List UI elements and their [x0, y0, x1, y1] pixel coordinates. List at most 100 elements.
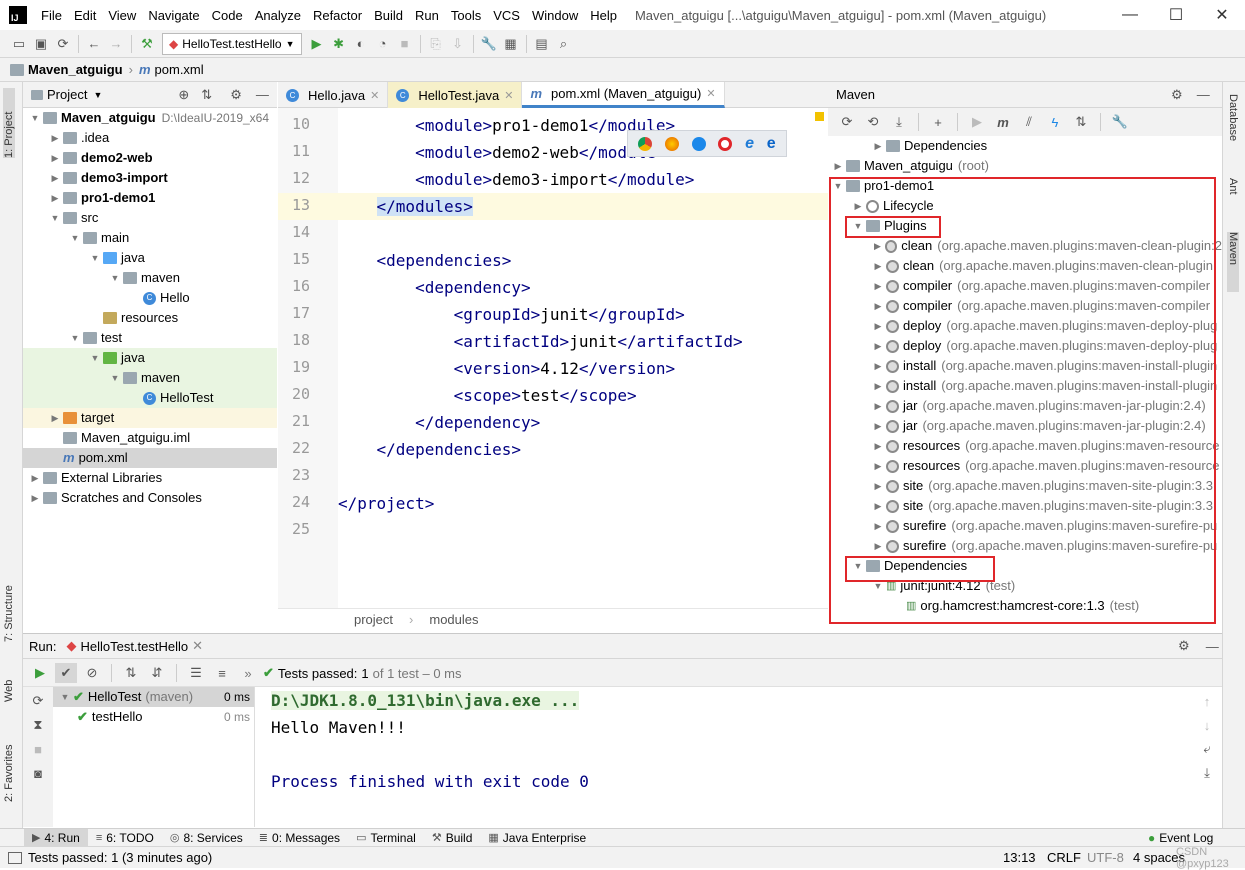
bottom-tab[interactable]: ▭ Terminal — [348, 829, 424, 847]
tool-tab-structure[interactable]: 7: Structure — [3, 572, 15, 642]
chevron-down-icon[interactable]: ▼ — [107, 268, 123, 288]
menu-code[interactable]: Code — [212, 8, 243, 23]
project-tree-item[interactable]: ▼ test — [23, 328, 277, 348]
close-icon[interactable]: ✕ — [192, 638, 203, 654]
file-encoding[interactable]: UTF-8 — [1087, 850, 1124, 865]
chevron-down-icon[interactable]: ▼ — [93, 90, 102, 100]
chevron-right-icon[interactable]: ▶ — [870, 136, 886, 156]
toggle-offline-icon[interactable]: ⫽ — [1018, 112, 1040, 132]
run-icon[interactable]: ▶ — [306, 34, 328, 54]
nav-file[interactable]: pom.xml — [155, 62, 204, 77]
hide-icon[interactable]: — — [256, 87, 269, 102]
locate-icon[interactable]: ⊕ — [178, 87, 189, 103]
close-icon[interactable]: ✕ — [370, 89, 379, 102]
maven-tree-item[interactable]: ▶ Dependencies — [828, 136, 1222, 156]
project-structure-icon[interactable]: ▦ — [500, 34, 522, 54]
project-tree-item[interactable]: ▼ maven — [23, 368, 277, 388]
editor-tab[interactable]: m pom.xml (Maven_atguigu) ✕ — [522, 82, 725, 108]
run-config-select[interactable]: ◆ HelloTest.testHello ▼ — [162, 32, 302, 55]
tool-tab-maven[interactable]: Maven — [1227, 232, 1239, 292]
search-icon[interactable]: ⌕ — [553, 34, 575, 54]
debug-icon[interactable]: ✱ — [328, 34, 350, 54]
bottom-tab[interactable]: ▦ Java Enterprise — [480, 829, 594, 847]
chevron-right-icon[interactable]: ▶ — [47, 148, 63, 168]
chevron-down-icon[interactable]: ▼ — [57, 687, 73, 707]
bottom-tab[interactable]: ◎ 8: Services — [162, 829, 251, 847]
project-tree-item[interactable]: C HelloTest — [23, 388, 277, 408]
execute-goal-icon[interactable]: m — [992, 112, 1014, 132]
download-icon[interactable]: ⤓ — [888, 112, 910, 132]
reload-icon[interactable]: ⟳ — [836, 112, 858, 132]
project-tree-item[interactable]: ▶ demo3-import — [23, 168, 277, 188]
sort-duration-icon[interactable]: ⇵ — [146, 663, 168, 683]
sync-icon[interactable]: ⟳ — [52, 34, 74, 54]
menu-view[interactable]: View — [108, 8, 136, 23]
opera-icon[interactable] — [718, 136, 733, 151]
chevron-down-icon[interactable]: ▼ — [67, 228, 83, 248]
breadcrumb-item[interactable]: modules — [429, 612, 478, 627]
hide-icon[interactable]: — — [1197, 87, 1210, 102]
menu-tools[interactable]: Tools — [451, 8, 481, 23]
project-tree-item[interactable]: ▼ java — [23, 348, 277, 368]
gear-icon[interactable]: ⚙ — [230, 87, 242, 103]
chevron-right-icon[interactable]: ▶ — [830, 156, 846, 176]
console-output[interactable]: D:\JDK1.8.0_131\bin\java.exe ... Hello Ma… — [256, 687, 1192, 827]
project-tree-item[interactable]: ▼ src — [23, 208, 277, 228]
project-view-select[interactable]: Project — [47, 87, 87, 102]
skip-tests-icon[interactable]: ϟ — [1044, 112, 1066, 132]
bottom-tab[interactable]: ≡ 6: TODO — [88, 829, 162, 847]
inspection-indicator-icon[interactable] — [815, 112, 824, 121]
menu-analyze[interactable]: Analyze — [255, 8, 301, 23]
chevron-right-icon[interactable]: ▶ — [47, 188, 63, 208]
project-tree-item[interactable]: ▶ demo2-web — [23, 148, 277, 168]
tool-tab-ant[interactable]: Ant — [1227, 178, 1239, 218]
chevron-right-icon[interactable]: ▶ — [27, 468, 43, 488]
stop-icon[interactable]: ■ — [394, 34, 416, 54]
tool-tab-web[interactable]: Web — [3, 672, 15, 702]
bottom-tab[interactable]: ≣ 0: Messages — [251, 829, 348, 847]
project-tree-item[interactable]: ▶ .idea — [23, 128, 277, 148]
menu-navigate[interactable]: Navigate — [148, 8, 199, 23]
project-tree-item[interactable]: ▼ java — [23, 248, 277, 268]
bottom-tab[interactable]: ⚒ Build — [424, 829, 481, 847]
chevron-down-icon[interactable]: ▼ — [67, 328, 83, 348]
build-hammer-icon[interactable]: ⚒ — [136, 34, 158, 54]
project-tree-item[interactable]: ▼ Maven_atguigu D:\IdeaIU-2019_x64 — [23, 108, 277, 128]
firefox-icon[interactable] — [665, 136, 680, 151]
maven-tree-item[interactable]: ▶ Maven_atguigu (root) — [828, 156, 1222, 176]
chrome-icon[interactable] — [638, 136, 653, 151]
sort-alpha-icon[interactable]: ⇅ — [120, 663, 142, 683]
project-tree-item[interactable]: Maven_atguigu.iml — [23, 428, 277, 448]
toggle-auto-test-icon[interactable]: ⧗ — [27, 715, 49, 735]
bottom-tab[interactable]: ▶ 4: Run — [24, 828, 88, 847]
rerun-failed-icon[interactable]: ⟳ — [27, 691, 49, 711]
gear-icon[interactable]: ⚙ — [1178, 638, 1190, 654]
more-icon[interactable]: » — [237, 663, 259, 683]
generate-sources-icon[interactable]: ⟲ — [862, 112, 884, 132]
project-tree-item[interactable]: m pom.xml — [23, 448, 277, 468]
chevron-right-icon[interactable]: ▶ — [27, 488, 43, 508]
project-tree-item[interactable]: resources — [23, 308, 277, 328]
project-tree-item[interactable]: ▶ pro1-demo1 — [23, 188, 277, 208]
soft-wrap-icon[interactable]: ⤶ — [1196, 739, 1218, 759]
menu-window[interactable]: Window — [532, 8, 578, 23]
tool-tab-favorites[interactable]: 2: Favorites — [3, 732, 15, 802]
menu-build[interactable]: Build — [374, 8, 403, 23]
test-result-row[interactable]: ▼ ✔ HelloTest (maven) 0 ms — [53, 687, 254, 707]
back-icon[interactable]: ← — [83, 34, 105, 54]
menu-edit[interactable]: Edit — [74, 8, 96, 23]
edge-icon[interactable]: e — [767, 135, 776, 153]
chevron-down-icon[interactable]: ▼ — [27, 108, 43, 128]
chevron-down-icon[interactable]: ▼ — [107, 368, 123, 388]
project-tree-item[interactable]: C Hello — [23, 288, 277, 308]
stop-icon[interactable]: ■ — [27, 739, 49, 759]
safari-icon[interactable] — [691, 136, 706, 151]
menu-vcs[interactable]: VCS — [493, 8, 520, 23]
vcs-update-icon[interactable]: ⇩ — [447, 34, 469, 54]
terminal-icon[interactable]: ▤ — [531, 34, 553, 54]
hide-icon[interactable]: — — [1206, 639, 1219, 654]
project-tree-item[interactable]: ▼ maven — [23, 268, 277, 288]
internet-explorer-icon[interactable]: e — [745, 135, 754, 153]
add-icon[interactable]: + — [927, 112, 949, 132]
chevron-down-icon[interactable]: ▼ — [87, 348, 103, 368]
